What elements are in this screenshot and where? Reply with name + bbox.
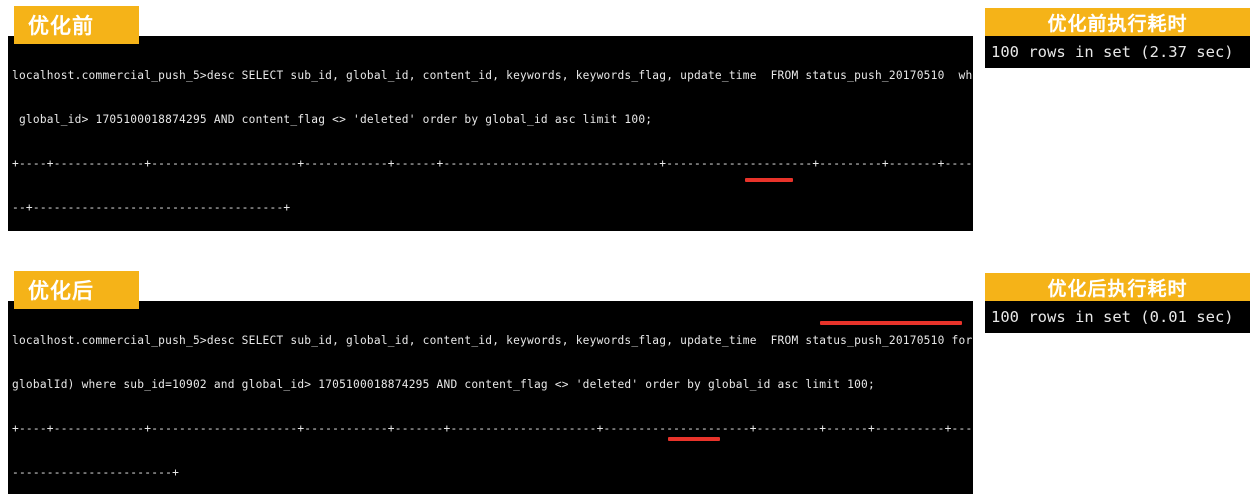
terminal-before-optimization: localhost.commercial_push_5>desc SELECT … xyxy=(8,36,973,231)
terminal-line: localhost.commercial_push_5>desc SELECT … xyxy=(12,334,973,348)
terminal-line: -----------------------+ xyxy=(12,465,180,479)
terminal-line: localhost.commercial_push_5>desc SELECT … xyxy=(12,69,973,83)
timing-panel-before: 100 rows in set (2.37 sec) xyxy=(985,36,1250,68)
badge-before-execution-time: 优化前执行耗时 xyxy=(985,8,1250,36)
badge-before-optimization: 优化前 xyxy=(14,6,139,44)
badge-after-execution-time: 优化后执行耗时 xyxy=(985,273,1250,301)
badge-after-optimization: 优化后 xyxy=(14,271,139,309)
terminal-line: +----+-------------+--------------------… xyxy=(12,156,973,170)
terminal-after-optimization: localhost.commercial_push_5>desc SELECT … xyxy=(8,301,973,494)
terminal-line: globalId) where sub_id=10902 and global_… xyxy=(12,377,875,391)
terminal-line: +----+-------------+--------------------… xyxy=(12,421,973,435)
terminal-line: --+------------------------------------+ xyxy=(12,200,291,214)
annotation-underline-force-index xyxy=(820,321,962,325)
annotation-underline-key-len-before xyxy=(745,178,793,182)
timing-panel-after: 100 rows in set (0.01 sec) xyxy=(985,301,1250,333)
annotation-underline-key-len-after xyxy=(668,437,720,441)
terminal-line: global_id> 1705100018874295 AND content_… xyxy=(12,112,653,126)
